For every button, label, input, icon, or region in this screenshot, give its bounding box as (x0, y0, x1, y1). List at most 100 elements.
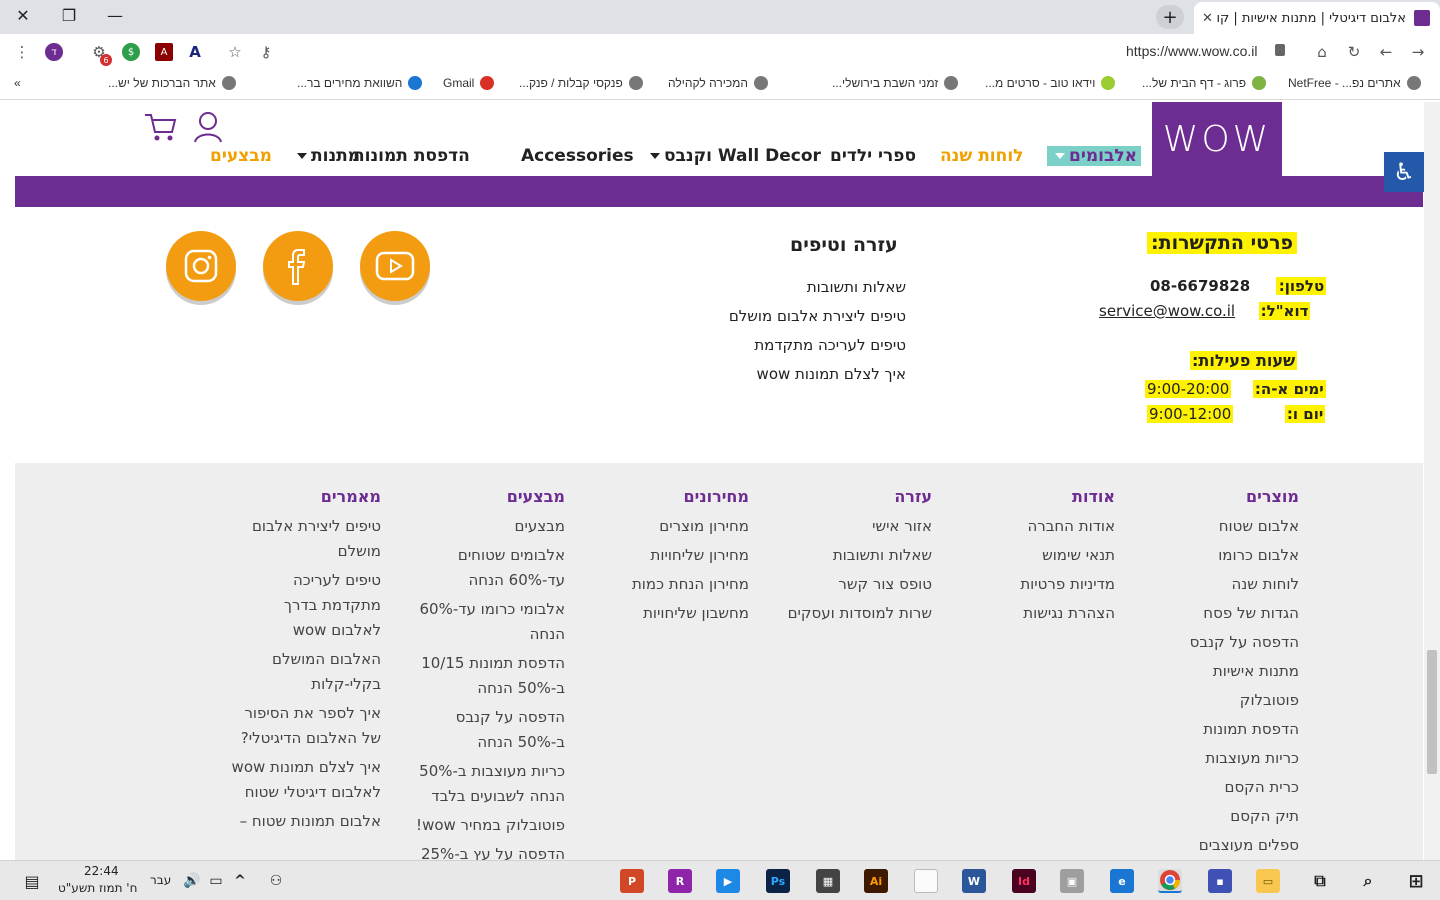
reload-icon[interactable]: ↻ (1344, 42, 1364, 62)
nav-wall-decor[interactable]: Wall Decor וקנבס (646, 146, 821, 166)
footer-link[interactable]: טיפים ליצירת אלבום מושלם (231, 514, 381, 564)
close-tab-icon[interactable]: ✕ (1202, 11, 1213, 26)
profile-avatar[interactable]: ד (45, 43, 63, 61)
font-extension-icon[interactable]: A (185, 42, 205, 62)
help-link[interactable]: שאלות ותשובות (807, 278, 906, 296)
browser-tab[interactable]: אלבום דיגיטלי | מתנות אישיות | קו ✕ (1194, 2, 1440, 34)
footer-link[interactable]: מחירון הנחת כמות (599, 572, 749, 597)
network-icon[interactable]: ▭ (204, 869, 228, 893)
footer-link[interactable]: מחירון מוצרים (599, 514, 749, 539)
footer-link[interactable]: כריות מעוצבות (1149, 746, 1299, 771)
bookmark-star-icon[interactable]: ☆ (225, 42, 245, 62)
footer-link[interactable]: הדפסת תמונות 10/15 ב-50% הנחה (405, 651, 565, 701)
youtube-icon[interactable] (360, 231, 430, 301)
word-icon[interactable]: W (962, 869, 986, 893)
restore-window-button[interactable]: ❐ (46, 0, 92, 30)
scrollbar-thumb[interactable] (1427, 650, 1437, 774)
help-link[interactable]: טיפים ליצירת אלבום מושלם (729, 307, 906, 325)
close-window-button[interactable]: ✕ (0, 0, 46, 30)
footer-link[interactable]: אלבומים שטוחים עד-60% הנחה (405, 543, 565, 593)
user-icon[interactable] (192, 110, 224, 146)
clock-time[interactable]: 22:44 (84, 864, 119, 878)
back-icon[interactable]: ← (1376, 42, 1396, 62)
nav-accessories[interactable]: Accessories (521, 146, 634, 166)
footer-link[interactable]: אודות החברה (975, 514, 1115, 539)
language-indicator[interactable]: עבר (150, 873, 171, 887)
cart-icon[interactable] (143, 112, 177, 142)
volume-icon[interactable]: 🔊 (180, 869, 204, 893)
email-link[interactable]: service@wow.co.il (1099, 302, 1235, 320)
footer-link[interactable]: תנאי שימוש (975, 543, 1115, 568)
forward-icon[interactable]: → (1408, 42, 1428, 62)
footer-link[interactable]: הדפסה על קנבס (1149, 630, 1299, 655)
green-extension-icon[interactable]: $ (122, 43, 140, 61)
home-icon[interactable]: ⌂ (1312, 42, 1332, 62)
photoshop-icon[interactable]: Ps (766, 869, 790, 893)
footer-link[interactable]: איך לצלם תמונות wow לאלבום דיגיטלי שטוח (231, 755, 381, 805)
calculator-icon[interactable]: ▦ (816, 869, 840, 893)
bookmark-item[interactable]: פרוג - דף הבית של... (1142, 76, 1267, 90)
powerpoint-icon[interactable]: P (620, 869, 644, 893)
facebook-icon[interactable] (263, 231, 333, 301)
footer-link[interactable]: אזור אישי (762, 514, 932, 539)
chrome-icon[interactable] (1158, 869, 1182, 893)
pdf-extension-icon[interactable]: A (155, 43, 173, 61)
nav-albums[interactable]: אלבומים (1047, 146, 1142, 166)
minimize-window-button[interactable]: — (92, 0, 138, 30)
task-view-icon[interactable]: ⧉ (1308, 869, 1332, 893)
winrar-icon[interactable]: R (668, 869, 692, 893)
nav-photo-print[interactable]: הדפסת תמונות (353, 146, 470, 166)
footer-link[interactable]: הדפסה על עץ ב-25% (405, 842, 565, 860)
footer-link[interactable]: טיפים לעריכה מתקדמת בדרך לאלבום wow (231, 568, 381, 643)
nav-deals[interactable]: מבצעים (210, 146, 272, 166)
search-icon[interactable]: ⌕ (1356, 869, 1380, 893)
footer-link[interactable]: ספלים מעוצבים (1149, 833, 1299, 858)
bookmark-item[interactable]: וידאו טוב - סרטים מ... (985, 76, 1116, 90)
bookmark-item[interactable]: זמני השבת בירושלי... (832, 76, 959, 90)
nav-gifts[interactable]: מתנות (293, 146, 360, 166)
bookmark-item[interactable]: השוואת מחירים בר... (297, 76, 423, 90)
bookmarks-overflow-icon[interactable]: » (14, 76, 21, 90)
bookmark-item-gmail[interactable]: Gmail (443, 76, 495, 90)
page-scrollbar[interactable] (1424, 102, 1440, 860)
file-explorer-icon[interactable]: ▭ (1256, 869, 1280, 893)
lock-icon[interactable] (1275, 44, 1285, 56)
instagram-icon[interactable] (166, 231, 236, 301)
bookmark-item[interactable]: אתרים נפ... - NetFree (1288, 76, 1421, 90)
illustrator-icon[interactable]: Ai (864, 869, 888, 893)
footer-link[interactable]: כרית הקסם (1149, 775, 1299, 800)
accessibility-icon[interactable]: ♿ (1384, 152, 1424, 192)
media-player-icon[interactable]: ▶ (716, 869, 740, 893)
url-input[interactable]: https://www.wow.co.il (1126, 43, 1258, 59)
footer-link[interactable]: לוחות שנה (1149, 572, 1299, 597)
new-tab-button[interactable]: + (1156, 5, 1184, 29)
tray-chevron-icon[interactable]: ^ (228, 869, 252, 893)
indesign-icon[interactable]: Id (1012, 869, 1036, 893)
footer-link[interactable]: הגדות של פסח (1149, 601, 1299, 626)
footer-link[interactable]: מחירון שליחויות (599, 543, 749, 568)
footer-link[interactable]: פוטובלוק (1149, 688, 1299, 713)
edge-icon[interactable]: e (1110, 869, 1134, 893)
help-link[interactable]: טיפים לעריכה מתקדמת (754, 336, 906, 354)
footer-link[interactable]: פוטובלוק במחיר wow! (405, 813, 565, 838)
footer-link[interactable]: אלבום שטוח (1149, 514, 1299, 539)
footer-link[interactable]: תיק הקסם (1149, 804, 1299, 829)
footer-link[interactable]: מחשבון שליחויות (599, 601, 749, 626)
nav-kids-books[interactable]: ספרי ילדים (830, 146, 916, 166)
windows-start-icon[interactable]: ⊞ (1404, 869, 1428, 893)
bookmark-item[interactable]: פנקסי קבלות / פנק... (519, 76, 643, 90)
notifications-icon[interactable]: ▤ (20, 869, 44, 893)
bookmark-item[interactable]: המכירה לקהילה (668, 76, 769, 90)
footer-link[interactable]: הדפסה על קנבס ב-50% הנחה (405, 705, 565, 755)
footer-link[interactable]: הדפסת תמונות (1149, 717, 1299, 742)
notepad-icon[interactable] (914, 869, 938, 893)
footer-link[interactable]: הצהרת נגישות (975, 601, 1115, 626)
bookmark-item[interactable]: אתר הברכות של יש... (108, 76, 236, 90)
clock-date[interactable]: ח' תמוז תשע"ט (58, 881, 137, 895)
footer-link[interactable]: איך לספר את הסיפור של האלבום הדיגיטלי? (231, 701, 381, 751)
footer-link[interactable]: כריות מעוצבות ב-50% הנחה לשבועים בלבד (405, 759, 565, 809)
save-app-icon[interactable]: ▪ (1208, 869, 1232, 893)
footer-link[interactable]: אלבום תמונות שטוח – (231, 809, 381, 834)
footer-link[interactable]: מתנות אישיות (1149, 659, 1299, 684)
menu-dots-icon[interactable]: ⋮ (12, 42, 32, 62)
